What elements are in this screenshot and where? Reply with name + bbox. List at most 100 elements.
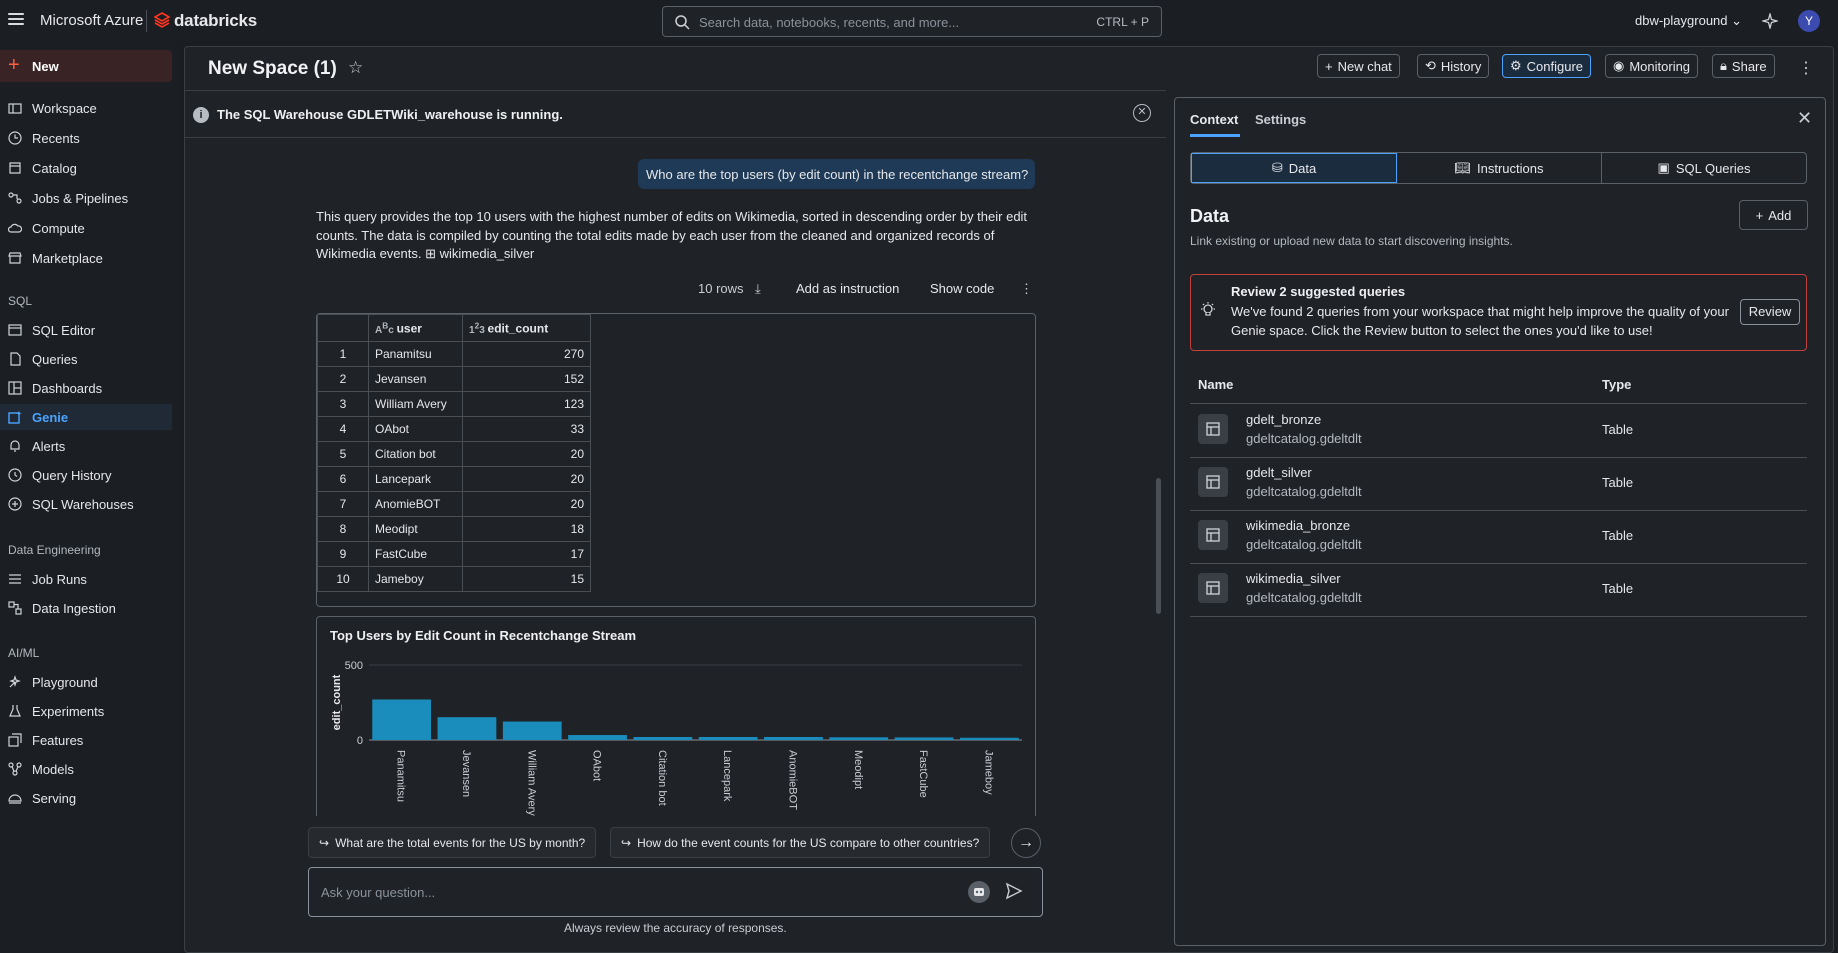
x-tick-label: Citation bot [656,750,668,806]
table-reference[interactable]: ⊞ wikimedia_silver [425,246,534,261]
table-row: 7 AnomieBOT 20 [317,491,591,517]
edit-count-cell: 17 [462,541,591,567]
row-number-cell: 1 [317,341,369,367]
review-button[interactable]: Review [1740,299,1800,325]
segment-sql-queries[interactable]: ▣ SQL Queries [1602,153,1806,183]
query-file-icon [10,352,21,366]
sidebar-item-jobs-pipelines[interactable]: Jobs & Pipelines [0,185,172,211]
sidebar-item-experiments[interactable]: Experiments [0,698,172,724]
sidebar-item-label: Queries [32,352,78,367]
search-input[interactable]: Search data, notebooks, recents, and mor… [662,6,1162,37]
cloud-icon [8,223,22,233]
sidebar-item-compute[interactable]: Compute [0,215,172,241]
data-source-row[interactable]: wikimedia_silver gdeltcatalog.gdeltdlt Tab… [1190,563,1807,616]
sidebar-item-workspace[interactable]: Workspace [0,95,172,121]
new-chat-button[interactable]: + New chat [1317,54,1400,78]
history-label: History [1440,58,1482,74]
download-icon[interactable]: ⤓ [755,281,761,297]
send-icon[interactable] [1005,882,1023,900]
string-type-icon: ABc [375,320,397,336]
sidebar-item-catalog[interactable]: Catalog [0,155,172,181]
suggested-question-2[interactable]: ↪ How do the event counts for the US comp… [610,827,991,858]
close-banner-icon[interactable]: ✕ [1133,104,1151,122]
table-row: 10 Jameboy 15 [317,566,591,592]
sidebar-item-label: Workspace [32,101,97,116]
more-options-icon[interactable]: ⋮ [1798,58,1814,78]
sidebar-item-query-history[interactable]: Query History [0,462,172,488]
review-title: Review 2 suggested queries [1231,284,1406,299]
suggested-question-1[interactable]: ↪ What are the total events for the US by… [308,827,597,858]
user-cell: Meodipt [368,516,463,542]
bar-chart: 500 0 edit_count Panamitsu Jevansen William A… [331,660,1022,816]
sidebar-item-job-runs[interactable]: Job Runs [0,566,172,592]
sidebar-item-alerts[interactable]: Alerts [0,433,172,459]
sidebar-item-label: Data Ingestion [32,601,116,616]
review-description: We've found 2 queries from your workspac… [1231,304,1729,338]
tab-context[interactable]: Context [1190,112,1238,127]
user-cell: William Avery [368,391,463,417]
bar [894,737,954,740]
dashboard-icon [8,381,22,395]
add-as-instruction-link[interactable]: Add as instruction [796,281,899,296]
sidebar-item-features[interactable]: Features [0,727,172,753]
sidebar-item-recents[interactable]: Recents [0,125,172,151]
data-source-row[interactable]: gdelt_silver gdeltcatalog.gdeltdlt Table [1190,457,1807,510]
workspace-selector[interactable]: dbw-playground ⌄ [1635,13,1742,29]
more-suggestions-arrow-icon[interactable]: → [1011,828,1041,858]
monitoring-button[interactable]: ◉ Monitoring [1605,54,1699,78]
sidebar-item-serving[interactable]: Serving [0,785,172,811]
share-button[interactable]: 🔒︎ Share [1712,54,1775,78]
assistant-sparkle-icon[interactable] [1762,13,1778,29]
serving-icon [8,794,22,804]
table-row: 8 Meodipt 18 [317,516,591,542]
menu-icon[interactable] [8,13,24,25]
scrollbar-thumb[interactable] [1156,478,1161,614]
sidebar-item-models[interactable]: Models [0,756,172,782]
question-input[interactable]: Ask your question... [308,867,1043,917]
x-tick-label: FastCube [917,750,929,798]
close-panel-icon[interactable]: ✕ [1797,108,1812,129]
data-source-row[interactable]: gdelt_bronze gdeltcatalog.gdeltdlt Table [1190,404,1807,457]
suggested-queries-card: Review 2 suggested queries We've found 2… [1190,274,1807,351]
sidebar-item-data-ingestion[interactable]: Data Ingestion [0,595,172,621]
history-button[interactable]: ⟲ History [1417,54,1490,78]
data-source-row[interactable]: wikimedia_bronze gdeltcatalog.gdeltdlt Tab… [1190,510,1807,563]
avatar[interactable]: Y [1798,10,1820,32]
gear-icon: ⚙ [1510,58,1522,73]
tab-settings[interactable]: Settings [1255,112,1306,127]
active-tab-indicator [1190,134,1240,137]
sidebar-item-queries[interactable]: Queries [0,346,172,372]
reply-arrow-icon: ↪ [319,835,330,850]
segment-instructions[interactable]: 📖︎ Instructions [1397,153,1602,183]
bot-icon[interactable] [968,881,990,903]
star-icon[interactable]: ☆ [348,58,363,78]
segment-label: Data [1288,160,1317,176]
suggestion-label: What are the total events for the US by … [335,835,586,850]
sidebar-item-sql-warehouses[interactable]: SQL Warehouses [0,491,172,517]
sidebar-item-marketplace[interactable]: Marketplace [0,245,172,271]
warehouse-status-banner: i The SQL Warehouse GDLETWiki_warehouse … [185,90,1166,138]
workspace-label: dbw-playground [1635,13,1728,28]
sidebar-item-genie[interactable]: Genie [0,404,172,430]
y-tick-label: 500 [345,660,363,672]
column-header-edit-count[interactable]: 123 edit_count [462,314,591,342]
configure-button[interactable]: ⚙ Configure [1502,54,1592,78]
segment-data[interactable]: ⛁ Data [1191,153,1397,183]
sidebar-item-dashboards[interactable]: Dashboards [0,375,172,401]
bar [959,737,1019,740]
new-button[interactable]: + New [0,50,172,82]
data-icon: ⛁ [1271,160,1283,175]
add-data-button[interactable]: + Add [1739,200,1808,230]
result-more-icon[interactable]: ⋮ [1020,281,1033,297]
data-heading: Data [1190,206,1230,226]
sidebar-item-playground[interactable]: Playground [0,669,172,695]
show-code-link[interactable]: Show code [930,281,994,296]
chat-scrollbar[interactable] [1153,138,1163,946]
data-source-type: Table [1602,475,1634,490]
column-header-user[interactable]: ABc user [368,314,463,342]
features-icon [8,733,22,747]
sidebar-item-sql-editor[interactable]: SQL Editor [0,317,172,343]
add-label: Add [1768,207,1792,223]
context-panel: Context Settings ✕ ⛁ Data 📖︎ Instructions … [1174,97,1826,946]
column-header-label: edit_count [487,321,549,336]
